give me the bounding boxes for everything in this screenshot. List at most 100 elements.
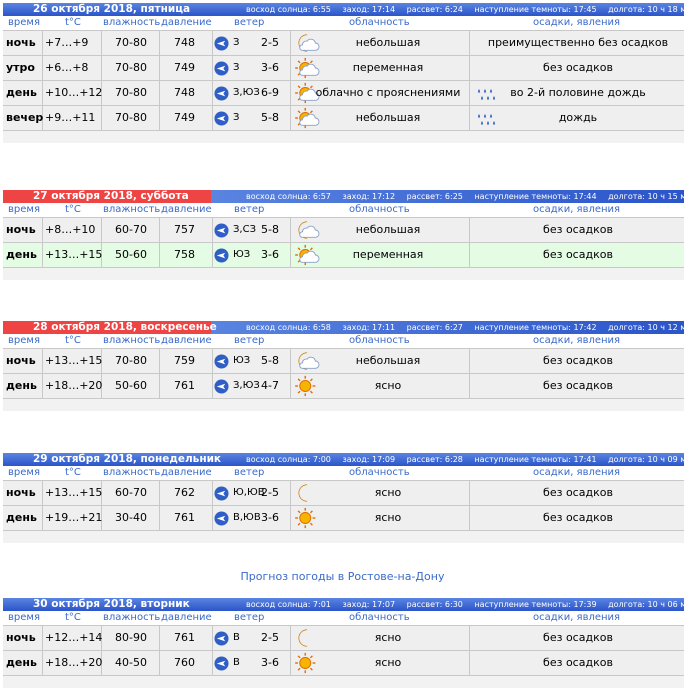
humidity: 70-80 [115,354,147,367]
astro-info: восход солнца: 6:58 заход: 17:11 рассвет… [246,321,685,334]
astro-info: восход солнца: 7:00 заход: 17:09 рассвет… [246,453,685,466]
precipitation: дождь [558,111,598,124]
humidity: 70-80 [115,86,147,99]
col-pressure: давление [161,467,212,478]
temperature: +18…+20 [45,656,103,669]
col-temp: t°C [65,467,81,478]
humidity: 70-80 [115,36,147,49]
col-cloudiness: облачность [349,204,410,215]
darkness: наступление темноты: 17:39 [474,600,597,609]
sunrise: восход солнца: 6:55 [246,5,331,14]
cloudiness: ясно [374,631,402,644]
block-footer [3,531,684,543]
precipitation: без осадков [543,486,613,499]
col-time: время [8,467,40,478]
dawn: рассвет: 6:25 [406,192,463,201]
col-precipitation: осадки, явления [533,335,621,346]
wind-speed: 3-6 [261,656,279,669]
wind-speed: 3-6 [261,61,279,74]
col-wind: ветер [234,204,265,215]
temperature: +9…+11 [45,111,96,124]
day-forecast-block: 27 октября 2018, суббота восход солнца: … [3,190,685,280]
dawn: рассвет: 6:27 [406,323,463,332]
temperature: +13…+15 [45,354,103,367]
block-footer [3,676,684,688]
day-forecast-block: 30 октября 2018, вторник восход солнца: … [3,598,685,688]
wind-speed: 5-8 [261,354,279,367]
period-label: утро [6,61,35,74]
block-footer [3,268,684,280]
forecast-row: утро +6…+8 70-80 749 З 3-6 переменная бе… [3,56,684,81]
day-header: 29 октября 2018, понедельник восход солн… [3,453,685,466]
day-header: 30 октября 2018, вторник восход солнца: … [3,598,685,611]
city-forecast-link[interactable]: Прогноз погоды в Ростове-на-Дону [0,570,685,583]
humidity: 70-80 [115,111,147,124]
col-temp: t°C [65,204,81,215]
day-date: 30 октября 2018, вторник [33,598,190,610]
humidity: 60-70 [115,486,147,499]
cloudiness: небольшая [355,354,421,367]
column-headers: время t°C влажность давление ветер облач… [3,203,684,218]
sunrise: восход солнца: 6:58 [246,323,331,332]
pressure: 749 [174,111,195,124]
col-cloudiness: облачность [349,335,410,346]
wind-direction: З [233,37,240,48]
wind-speed: 6-9 [261,86,279,99]
wind-direction: Ю,ЮВ [233,487,265,498]
period-label: день [6,656,37,669]
day-length: долгота: 10 ч 18 м [608,5,685,14]
col-pressure: давление [161,204,212,215]
col-precipitation: осадки, явления [533,612,621,623]
wind-direction: ЮЗ [233,249,251,260]
wind-direction-icon [214,111,229,135]
pressure: 758 [174,248,195,261]
darkness: наступление темноты: 17:41 [474,455,597,464]
day-length: долгота: 10 ч 12 м [608,323,685,332]
wind-direction: ЮЗ [233,355,251,366]
temperature: +19…+21 [45,511,103,524]
precipitation: без осадков [543,248,613,261]
period-label: день [6,511,37,524]
block-footer [3,131,684,143]
cloudiness: ясно [374,379,402,392]
sunset: заход: 17:11 [342,323,396,332]
period-label: ночь [6,631,36,644]
pressure: 761 [174,511,195,524]
forecast-row: вечер +9…+11 70-80 749 З 5-8 небольшая д… [3,106,684,131]
forecast-row: день +18…+20 50-60 761 З,ЮЗ 4-7 ясно без… [3,374,684,399]
col-precipitation: осадки, явления [533,17,621,28]
temperature: +6…+8 [45,61,89,74]
temperature: +10…+12 [45,86,103,99]
period-label: ночь [6,223,36,236]
col-humidity: влажность [103,204,161,215]
pressure: 759 [174,354,195,367]
precipitation: без осадков [543,631,613,644]
col-wind: ветер [234,612,265,623]
col-precipitation: осадки, явления [533,467,621,478]
pressure: 760 [174,656,195,669]
forecast-row: день +10…+12 70-80 748 З,ЮЗ 6-9 облачно … [3,81,684,106]
precipitation: без осадков [543,354,613,367]
humidity: 40-50 [115,656,147,669]
humidity: 50-60 [115,379,147,392]
temperature: +7…+9 [45,36,89,49]
wind-speed: 5-8 [261,111,279,124]
cloudiness: облачно с прояснениями [315,86,461,99]
forecast-row: день +13…+15 50-60 758 ЮЗ 3-6 переменная… [3,243,684,268]
block-footer [3,399,684,411]
humidity: 70-80 [115,61,147,74]
cloudiness: ясно [374,486,402,499]
day-date: 27 октября 2018, суббота [33,190,189,202]
col-pressure: давление [161,612,212,623]
forecast-row: ночь +8…+10 60-70 757 З,СЗ 5-8 небольшая… [3,218,684,243]
col-humidity: влажность [103,467,161,478]
sunrise: восход солнца: 7:00 [246,455,331,464]
day-forecast-block: 26 октября 2018, пятница восход солнца: … [3,3,685,143]
day-length: долгота: 10 ч 06 м [608,600,685,609]
cloudiness: переменная [352,248,424,261]
cloudiness: небольшая [355,36,421,49]
col-time: время [8,204,40,215]
forecast-row: день +18…+20 40-50 760 В 3-6 ясно без ос… [3,651,684,676]
col-cloudiness: облачность [349,17,410,28]
pressure: 762 [174,486,195,499]
